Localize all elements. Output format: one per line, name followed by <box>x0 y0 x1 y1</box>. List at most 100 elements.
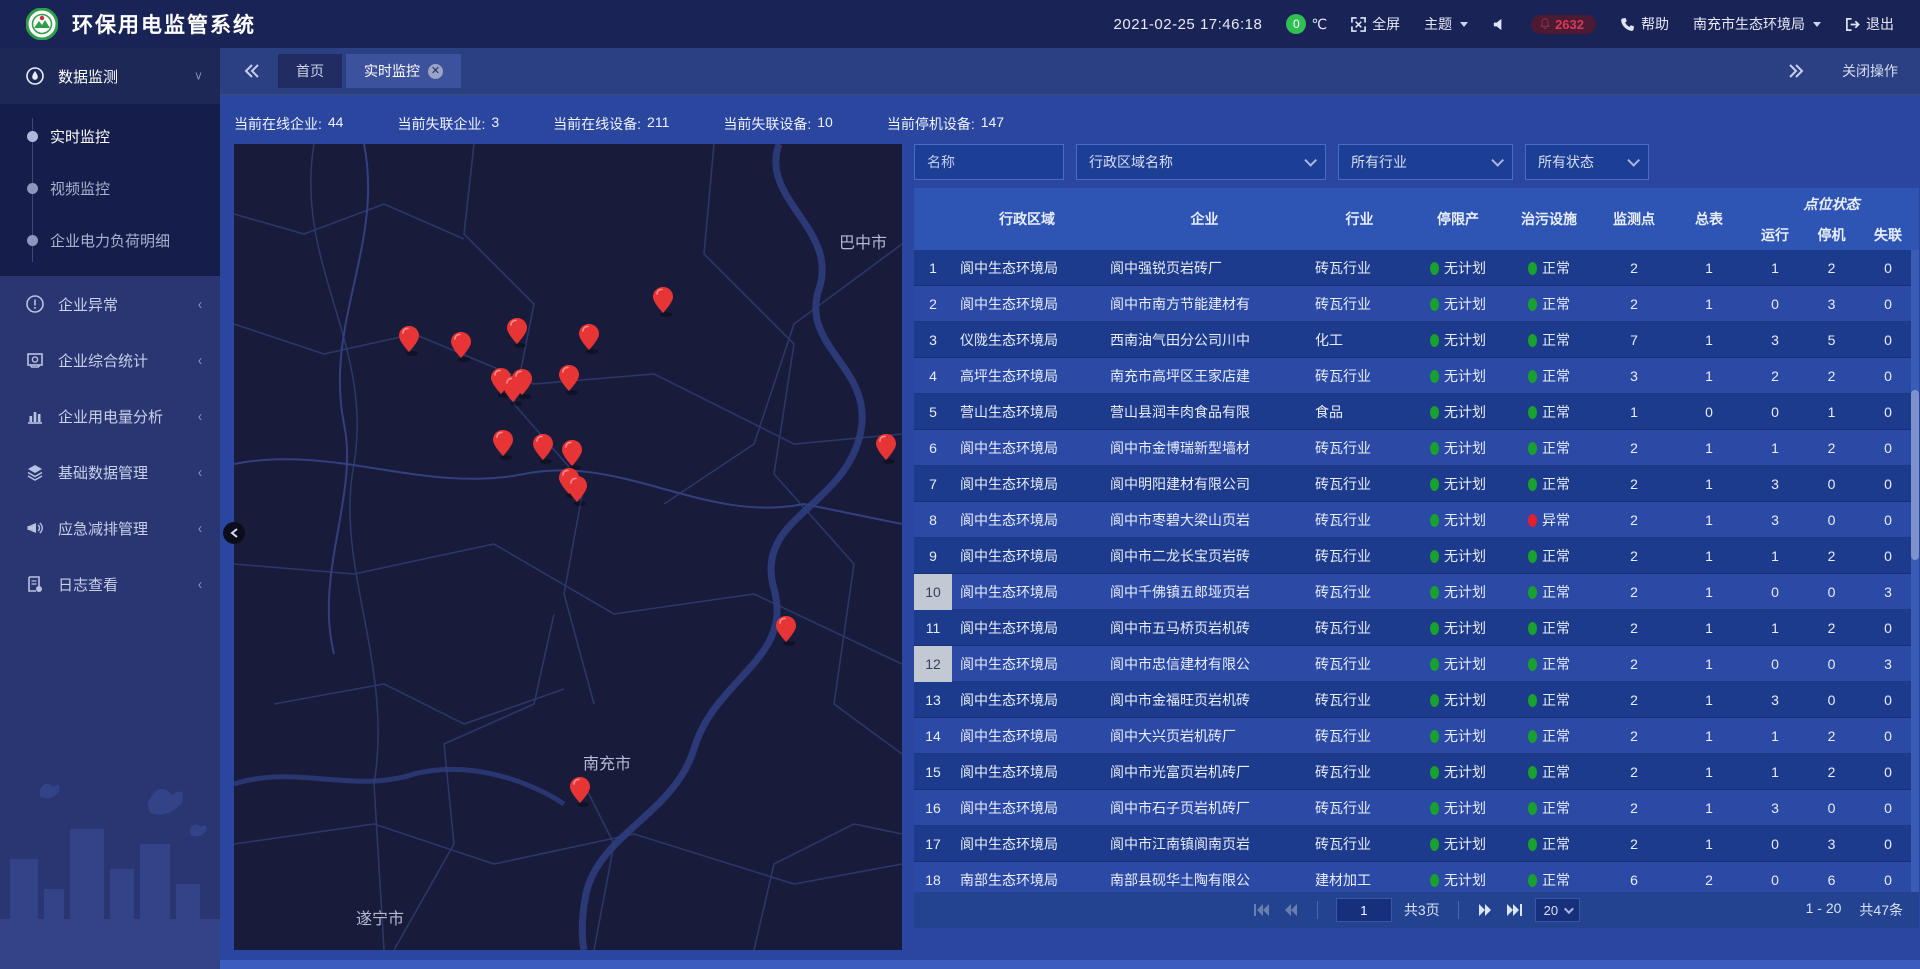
cell-limit-status: 无计划 <box>1412 870 1504 890</box>
table-row[interactable]: 18南部生态环境局南部县砚华土陶有限公建材加工无计划正常62060 <box>914 862 1919 892</box>
chevron-down-icon: ˅ <box>195 68 202 85</box>
cell-meter-count: 1 <box>1674 800 1744 816</box>
cell-industry: 砖瓦行业 <box>1307 690 1412 710</box>
cell-lost-count: 0 <box>1857 260 1919 276</box>
total-pages-label: 共3页 <box>1404 900 1440 920</box>
org-dropdown[interactable]: 南充市生态环境局 <box>1693 14 1821 34</box>
cell-meter-count: 0 <box>1674 404 1744 420</box>
cell-run-count: 1 <box>1744 728 1806 744</box>
map-canvas[interactable]: 巴中市南充市遂宁市 <box>234 144 902 950</box>
prev-page-button[interactable] <box>1283 903 1299 917</box>
table-row[interactable]: 6阆中生态环境局阆中市金博瑞新型墙材砖瓦行业无计划正常21120 <box>914 430 1919 466</box>
cell-lost-count: 0 <box>1857 872 1919 888</box>
tab-scroll-right-button[interactable] <box>1788 64 1804 78</box>
table-scrollbar[interactable] <box>1911 250 1919 892</box>
fullscreen-button[interactable]: 全屏 <box>1351 14 1400 34</box>
status-dot-icon <box>1430 334 1439 347</box>
sidebar-subitem[interactable]: 视频监控 <box>0 162 220 214</box>
mute-button[interactable] <box>1492 17 1507 32</box>
cell-region: 阆中生态环境局 <box>952 258 1102 278</box>
status-dot-icon <box>1430 730 1439 743</box>
stats-box-icon <box>26 351 44 369</box>
table-row[interactable]: 15阆中生态环境局阆中市光富页岩机砖厂砖瓦行业无计划正常21120 <box>914 754 1919 790</box>
last-page-button[interactable] <box>1505 903 1523 917</box>
cell-monitor-count: 1 <box>1594 404 1674 420</box>
status-select[interactable]: 所有状态 <box>1525 144 1649 180</box>
table-row[interactable]: 4高坪生态环境局南充市高坪区王家店建砖瓦行业无计划正常31220 <box>914 358 1919 394</box>
sidebar-item-3[interactable]: 企业用电量分析‹ <box>0 388 220 444</box>
cell-company: 南充市高坪区王家店建 <box>1102 366 1307 386</box>
cell-stop-count: 1 <box>1806 404 1857 420</box>
cell-monitor-count: 2 <box>1594 584 1674 600</box>
chevron-left-icon: ‹ <box>198 464 202 481</box>
table-row[interactable]: 16阆中生态环境局阆中市石子页岩机砖厂砖瓦行业无计划正常21300 <box>914 790 1919 826</box>
cell-meter-count: 1 <box>1674 836 1744 852</box>
name-search-field[interactable] <box>927 154 1051 170</box>
sidebar-item-5[interactable]: 应急减排管理‹ <box>0 500 220 556</box>
sidebar-subitem[interactable]: 企业电力负荷明细 <box>0 214 220 266</box>
industry-select[interactable]: 所有行业 <box>1338 144 1513 180</box>
cell-industry: 砖瓦行业 <box>1307 798 1412 818</box>
scrollbar-thumb[interactable] <box>1911 390 1919 560</box>
cell-meter-count: 1 <box>1674 368 1744 384</box>
notification-badge[interactable]: 2632 <box>1531 15 1596 34</box>
cell-monitor-count: 2 <box>1594 476 1674 492</box>
table-row[interactable]: 8阆中生态环境局阆中市枣碧大梁山页岩砖瓦行业无计划异常21300 <box>914 502 1919 538</box>
cell-industry: 砖瓦行业 <box>1307 618 1412 638</box>
map-panel[interactable]: 巴中市南充市遂宁市 <box>234 144 902 950</box>
cell-meter-count: 1 <box>1674 296 1744 312</box>
logout-button[interactable]: 退出 <box>1845 14 1894 34</box>
table-row[interactable]: 1阆中生态环境局阆中强锐页岩砖厂砖瓦行业无计划正常21120 <box>914 250 1919 286</box>
table-row[interactable]: 14阆中生态环境局阆中大兴页岩机砖厂砖瓦行业无计划正常21120 <box>914 718 1919 754</box>
first-page-button[interactable] <box>1253 903 1271 917</box>
cell-treatment-status: 正常 <box>1504 546 1594 566</box>
table-row[interactable]: 7阆中生态环境局阆中明阳建材有限公司砖瓦行业无计划正常21300 <box>914 466 1919 502</box>
table-row[interactable]: 2阆中生态环境局阆中市南方节能建材有砖瓦行业无计划正常21030 <box>914 286 1919 322</box>
table-row[interactable]: 10阆中生态环境局阆中千佛镇五郎垭页岩砖瓦行业无计划正常21003 <box>914 574 1919 610</box>
pagination-bar: 1 共3页 20 <box>914 892 1919 928</box>
table-row[interactable]: 3仪陇生态环境局西南油气田分公司川中化工无计划正常71350 <box>914 322 1919 358</box>
tab-scroll-left-button[interactable] <box>244 64 260 78</box>
table-row[interactable]: 9阆中生态环境局阆中市二龙长宝页岩砖砖瓦行业无计划正常21120 <box>914 538 1919 574</box>
sidebar-item-0[interactable]: 数据监测˅ <box>0 48 220 104</box>
sidebar-item-4[interactable]: 基础数据管理 ‹ <box>0 444 220 500</box>
gauge-icon <box>26 67 44 85</box>
cell-treatment-status: 正常 <box>1504 690 1594 710</box>
cell-region: 阆中生态环境局 <box>952 726 1102 746</box>
cell-region: 高坪生态环境局 <box>952 366 1102 386</box>
page-size-select[interactable]: 20 <box>1535 898 1580 922</box>
cell-region: 南部生态环境局 <box>952 870 1102 890</box>
sidebar-item-1[interactable]: 企业异常‹ <box>0 276 220 332</box>
cell-industry: 建材加工 <box>1307 870 1412 890</box>
cell-lost-count: 0 <box>1857 764 1919 780</box>
sidebar-subitem[interactable]: 实时监控 <box>0 110 220 162</box>
cell-company: 阆中市二龙长宝页岩砖 <box>1102 546 1307 566</box>
table-row[interactable]: 11阆中生态环境局阆中市五马桥页岩机砖砖瓦行业无计划正常21120 <box>914 610 1919 646</box>
app-logo-icon <box>26 8 58 40</box>
sidebar-item-2[interactable]: 企业综合统计‹ <box>0 332 220 388</box>
close-operations-button[interactable]: 关闭操作 <box>1842 61 1898 81</box>
status-dot-icon <box>1430 406 1439 419</box>
theme-dropdown[interactable]: 主题 <box>1424 14 1468 34</box>
notification-count: 2632 <box>1555 17 1584 32</box>
help-button[interactable]: 帮助 <box>1620 14 1669 34</box>
temperature-value: 0 <box>1286 14 1306 34</box>
cell-company: 阆中千佛镇五郎垭页岩 <box>1102 582 1307 602</box>
tab-home[interactable]: 首页 <box>278 54 342 88</box>
bottom-edge-strip <box>220 960 1920 969</box>
chevron-down-icon <box>1460 22 1468 27</box>
sidebar-item-label: 基础数据管理 <box>58 462 148 483</box>
table-row[interactable]: 13阆中生态环境局阆中市金福旺页岩机砖砖瓦行业无计划正常21300 <box>914 682 1919 718</box>
table-row[interactable]: 12阆中生态环境局阆中市忠信建材有限公砖瓦行业无计划正常21003 <box>914 646 1919 682</box>
table-row[interactable]: 5营山生态环境局营山县润丰肉食品有限食品无计划正常10010 <box>914 394 1919 430</box>
page-number-input[interactable]: 1 <box>1336 898 1392 922</box>
tab-close-icon[interactable]: ✕ <box>428 64 443 79</box>
tab-realtime-monitor[interactable]: 实时监控 ✕ <box>346 54 461 88</box>
map-collapse-button[interactable] <box>223 522 245 544</box>
table-row[interactable]: 17阆中生态环境局阆中市江南镇阆南页岩砖瓦行业无计划正常21030 <box>914 826 1919 862</box>
name-search-input[interactable] <box>914 144 1064 180</box>
next-page-button[interactable] <box>1477 903 1493 917</box>
cell-stop-count: 2 <box>1806 728 1857 744</box>
region-select[interactable]: 行政区域名称 <box>1076 144 1326 180</box>
sidebar-item-6[interactable]: 日志查看‹ <box>0 556 220 612</box>
